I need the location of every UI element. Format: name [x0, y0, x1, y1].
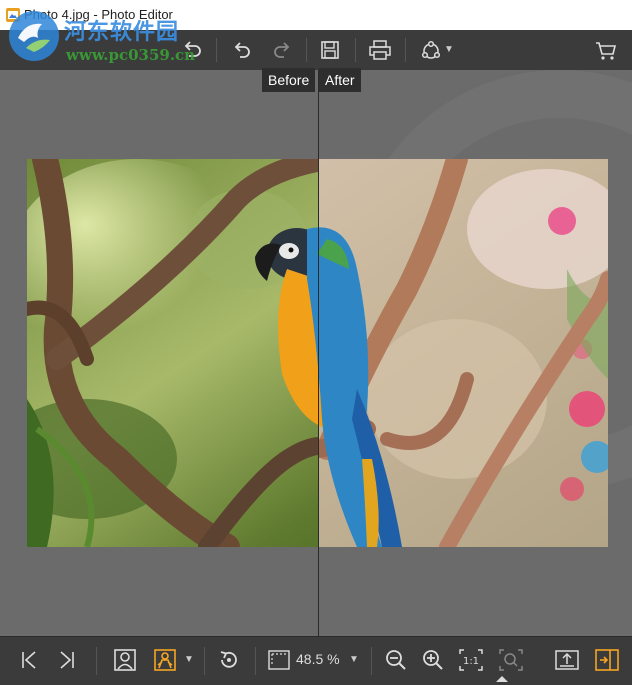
export-icon: [555, 650, 579, 670]
share-button[interactable]: ▼: [416, 36, 458, 64]
share-icon: [421, 40, 441, 59]
scroll-indicator: [496, 676, 508, 682]
after-label: After: [319, 68, 361, 92]
rotate-button[interactable]: [214, 645, 244, 675]
portrait-icon: [114, 649, 136, 671]
save-icon: [321, 41, 339, 59]
rotate-icon: [220, 651, 237, 668]
actual-size-button[interactable]: 1:1: [456, 645, 486, 675]
undo-button[interactable]: [228, 36, 256, 64]
watermark-url: www.pc0359.cn: [66, 46, 196, 64]
zoom-in-icon: [423, 650, 443, 670]
zoom-out-button[interactable]: [381, 645, 411, 675]
cart-button[interactable]: [592, 36, 620, 64]
toolbar-divider: [355, 38, 356, 62]
compare-toggle-icon: [595, 649, 619, 671]
bottom-divider: [255, 647, 256, 675]
zoom-out-icon: [386, 650, 406, 670]
bottom-divider: [371, 647, 372, 675]
previous-button[interactable]: [14, 645, 44, 675]
toolbar-divider: [216, 38, 217, 62]
bottom-divider: [96, 647, 97, 675]
print-button[interactable]: [366, 36, 394, 64]
zoom-dropdown[interactable]: ▼: [344, 645, 364, 675]
image-canvas[interactable]: [0, 70, 632, 636]
next-icon: [60, 651, 74, 669]
chevron-down-icon: ▼: [444, 44, 454, 55]
compare-toggle-button[interactable]: [592, 645, 622, 675]
portrait-button[interactable]: [110, 645, 140, 675]
next-button[interactable]: [52, 645, 82, 675]
zoom-level: 48.5 %: [296, 651, 340, 667]
toolbar-divider: [306, 38, 307, 62]
undo-icon: [234, 42, 250, 58]
bottom-toolbar: ▼ 48.5 % ▼ 1:1: [0, 636, 632, 685]
face-detect-button[interactable]: [150, 645, 180, 675]
fit-frame-button[interactable]: [264, 645, 294, 675]
save-button[interactable]: [316, 36, 344, 64]
watermark-name: 河东软件园: [64, 20, 180, 45]
redo-button[interactable]: [268, 36, 296, 64]
watermark-logo-icon: [9, 11, 59, 61]
chevron-down-icon: ▼: [184, 654, 194, 665]
fit-frame-icon: [268, 650, 290, 670]
compare-split-line[interactable]: [318, 70, 319, 636]
before-label: Before: [262, 68, 316, 92]
previous-icon: [22, 651, 36, 669]
face-detect-dropdown[interactable]: ▼: [180, 645, 198, 675]
chevron-down-icon: ▼: [349, 654, 359, 665]
print-icon: [369, 40, 391, 60]
redo-icon: [274, 42, 290, 58]
zoom-in-button[interactable]: [418, 645, 448, 675]
svg-text:1:1: 1:1: [463, 656, 479, 667]
zoom-fit-button[interactable]: [496, 645, 526, 675]
zoom-fit-icon: [499, 649, 523, 671]
export-button[interactable]: [552, 645, 582, 675]
face-detect-icon: [154, 649, 176, 671]
actual-size-icon: 1:1: [459, 649, 483, 671]
bottom-divider: [204, 647, 205, 675]
toolbar-divider: [405, 38, 406, 62]
cart-icon: [596, 42, 617, 60]
